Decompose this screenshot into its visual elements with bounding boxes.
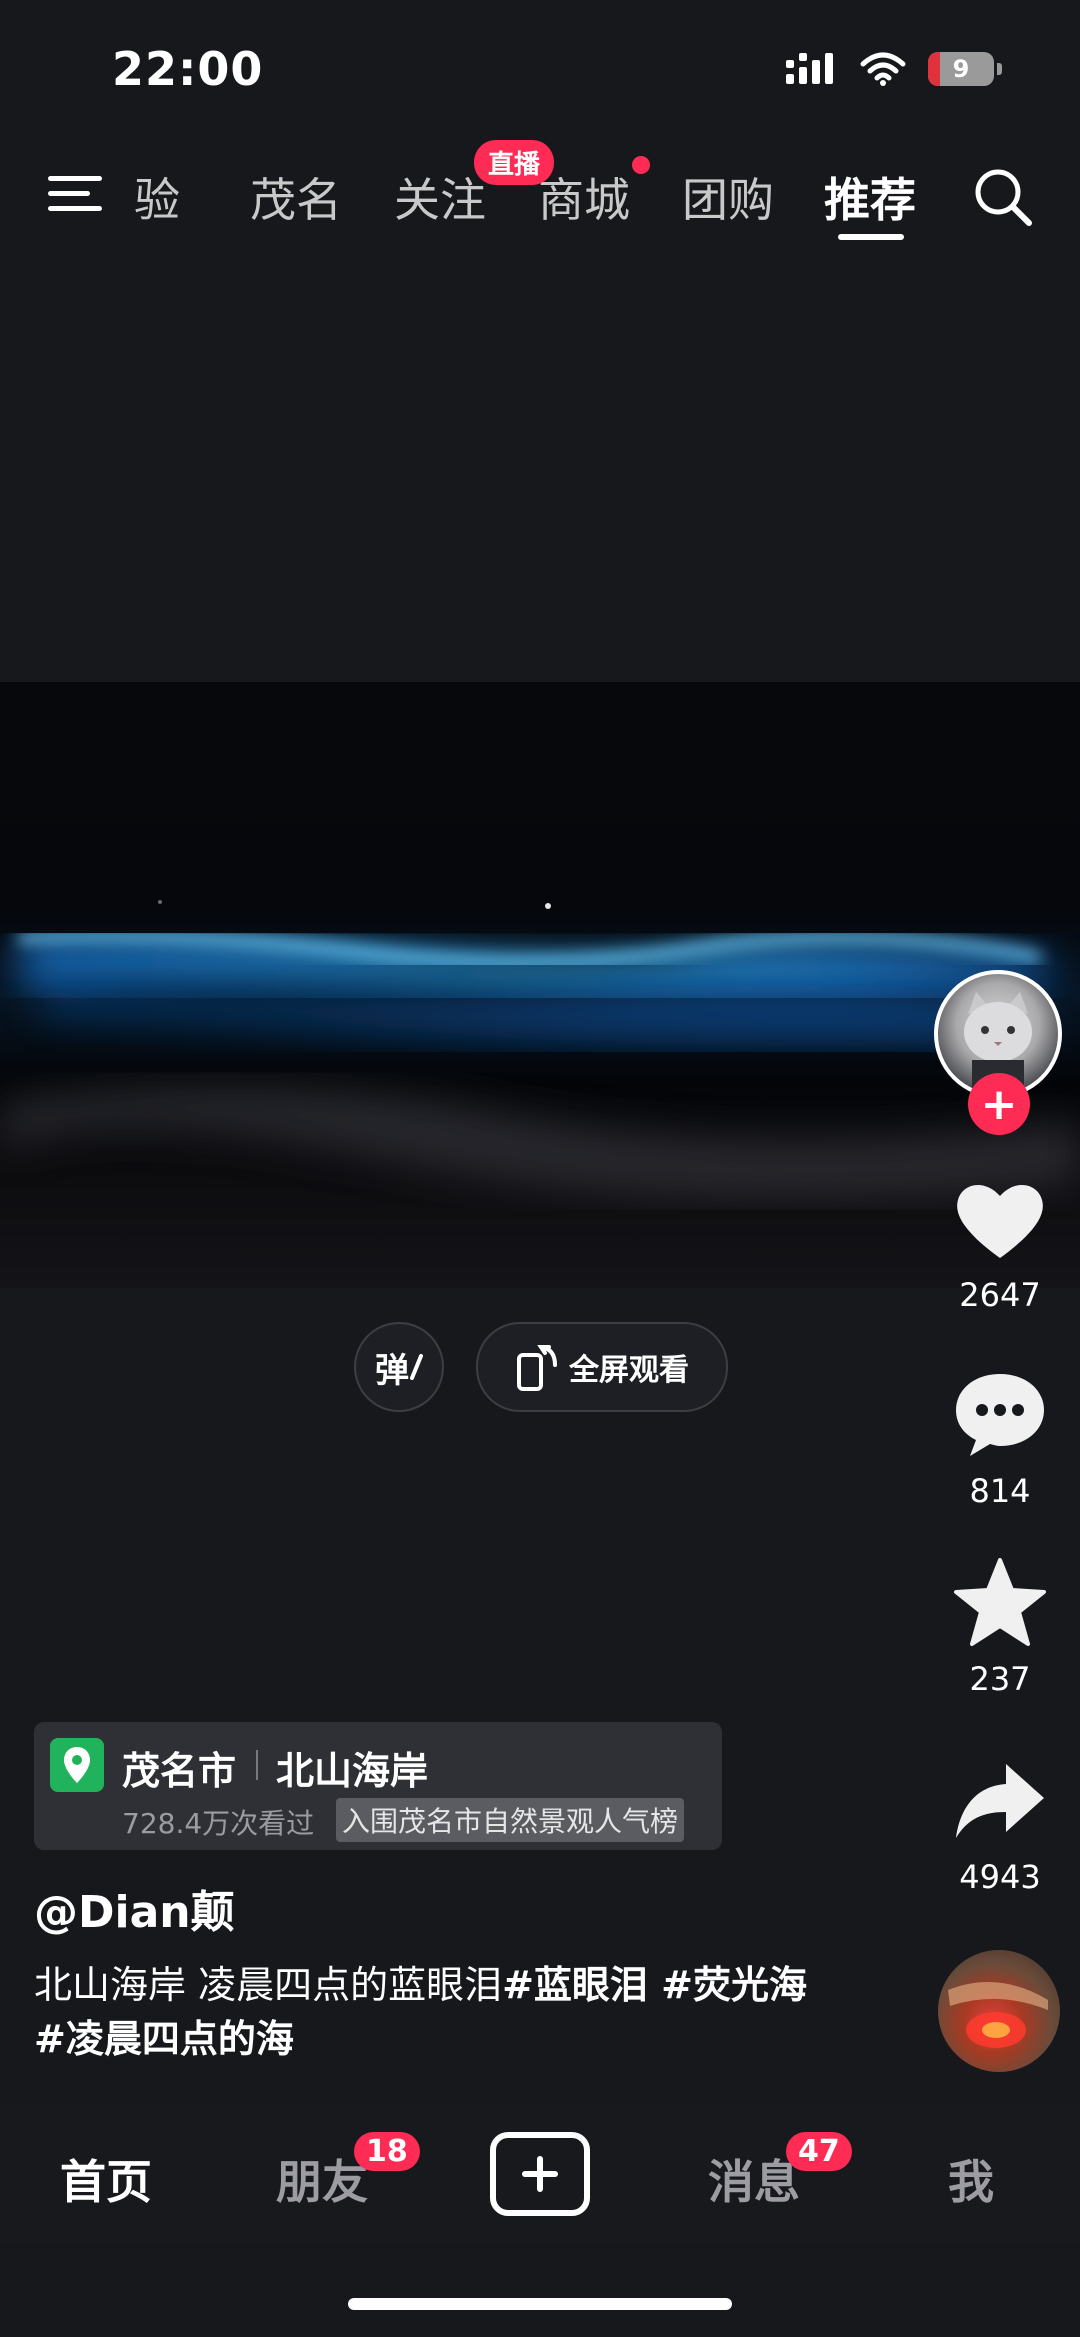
location-card[interactable]: 茂名市 北山海岸 728.4万次看过 入围茂名市自然景观人气榜 bbox=[34, 1722, 722, 1850]
tab-mall[interactable]: 商城 bbox=[538, 164, 630, 230]
fullscreen-label: 全屏观看 bbox=[569, 1353, 689, 1388]
music-cover-image bbox=[948, 1982, 1048, 2048]
top-nav: 验 茂名 关注 商城 团购 推荐 直播 bbox=[0, 140, 1080, 240]
tab-recommend[interactable]: 推荐 bbox=[824, 164, 916, 230]
share-action[interactable]: 4943 bbox=[940, 1760, 1060, 1896]
video-player[interactable] bbox=[0, 682, 1080, 1288]
messages-badge: 47 bbox=[786, 2132, 852, 2171]
status-icons: 9 bbox=[786, 52, 1002, 86]
tab-partial[interactable]: 验 bbox=[134, 164, 180, 230]
comment-icon bbox=[956, 1374, 1044, 1456]
location-divider bbox=[256, 1750, 258, 1780]
nav-home[interactable]: 首页 bbox=[60, 2146, 152, 2212]
like-action[interactable]: 2647 bbox=[940, 1178, 1060, 1314]
star-icon bbox=[954, 1558, 1046, 1646]
location-views: 728.4万次看过 bbox=[122, 1807, 315, 1840]
location-city: 茂名市 bbox=[122, 1749, 237, 1793]
follow-button[interactable]: + bbox=[968, 1073, 1030, 1135]
post-caption: 北山海岸 凌晨四点的蓝眼泪#蓝眼泪 #荧光海 #凌晨四点的海 bbox=[34, 1958, 834, 2066]
rotate-phone-icon bbox=[517, 1345, 557, 1391]
status-time: 22:00 bbox=[112, 42, 264, 96]
danmu-label: 弹 bbox=[375, 1350, 409, 1391]
location-pin-icon bbox=[50, 1738, 104, 1792]
author-name[interactable]: @Dian颠 bbox=[34, 1876, 235, 1940]
menu-icon[interactable] bbox=[48, 170, 104, 218]
notification-dot bbox=[632, 156, 650, 174]
caption-text: 北山海岸 凌晨四点的蓝眼泪 bbox=[34, 1963, 503, 2007]
comment-action[interactable]: 814 bbox=[940, 1370, 1060, 1510]
tab-maoming[interactable]: 茂名 bbox=[250, 164, 342, 230]
bottom-nav: 首页 朋友 18 消息 47 我 bbox=[0, 2104, 1080, 2244]
home-indicator[interactable] bbox=[348, 2298, 732, 2310]
battery-indicator: 9 bbox=[928, 52, 994, 86]
danmu-slash-icon bbox=[410, 1354, 423, 1380]
cellular-signal-icon bbox=[786, 53, 833, 84]
tab-group-buy[interactable]: 团购 bbox=[682, 164, 774, 230]
favorite-action[interactable]: 237 bbox=[940, 1558, 1060, 1698]
nav-me[interactable]: 我 bbox=[948, 2146, 994, 2212]
favorite-count: 237 bbox=[969, 1660, 1031, 1698]
heart-icon bbox=[957, 1184, 1043, 1258]
active-tab-indicator bbox=[838, 234, 904, 240]
friends-badge: 18 bbox=[354, 2132, 420, 2171]
like-count: 2647 bbox=[959, 1276, 1041, 1314]
plus-icon bbox=[522, 2156, 558, 2192]
share-arrow-icon bbox=[956, 1764, 1044, 1838]
music-disc[interactable] bbox=[938, 1950, 1060, 2072]
battery-level: 9 bbox=[952, 55, 970, 83]
comment-count: 814 bbox=[969, 1472, 1031, 1510]
create-button[interactable] bbox=[490, 2132, 590, 2216]
location-place: 北山海岸 bbox=[276, 1749, 429, 1793]
live-badge[interactable]: 直播 bbox=[474, 140, 555, 185]
fullscreen-button[interactable]: 全屏观看 bbox=[476, 1322, 728, 1412]
search-icon[interactable] bbox=[972, 166, 1034, 228]
wifi-icon bbox=[860, 52, 906, 86]
share-count: 4943 bbox=[959, 1858, 1041, 1896]
video-frame bbox=[0, 900, 1080, 1198]
location-rank-tag[interactable]: 入围茂名市自然景观人气榜 bbox=[336, 1798, 685, 1842]
tab-following[interactable]: 关注 bbox=[394, 164, 486, 230]
danmu-button[interactable]: 弹 bbox=[354, 1322, 444, 1412]
